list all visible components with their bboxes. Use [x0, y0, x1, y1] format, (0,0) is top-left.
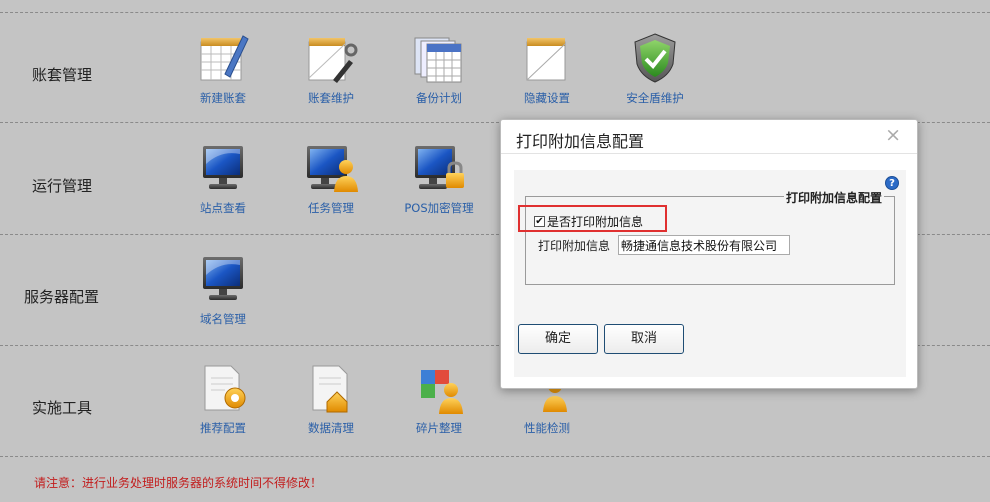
item-label: 站点查看	[200, 201, 246, 215]
dialog-body: ? 打印附加信息配置 ✔ 是否打印附加信息 打印附加信息 确定 取消	[514, 170, 906, 377]
print-info-dialog: 打印附加信息配置 × ? 打印附加信息配置 ✔ 是否打印附加信息 打印附加信息 …	[500, 119, 918, 389]
monitor-icon	[203, 146, 243, 189]
section-label: 服务器配置	[24, 288, 100, 306]
section-label: 账套管理	[32, 66, 93, 84]
info-input[interactable]	[618, 235, 790, 255]
notepad-blank-icon	[526, 38, 566, 81]
monitor-user-icon	[307, 146, 358, 192]
shield-check-icon	[634, 33, 676, 83]
item-label: 安全盾维护	[626, 91, 684, 105]
domain-management-button[interactable]: 域名管理	[178, 251, 268, 327]
highlight-box	[518, 205, 667, 232]
monitor-icon	[203, 257, 243, 300]
info-label: 打印附加信息	[538, 239, 611, 253]
task-management-button[interactable]: 任务管理	[286, 140, 376, 216]
notepad-tools-icon	[308, 38, 358, 83]
item-label: 备份计划	[416, 91, 462, 105]
defragment-button[interactable]: 碎片整理	[394, 360, 484, 436]
dialog-title: 打印附加信息配置	[516, 132, 645, 151]
item-label: 账套维护	[308, 91, 354, 105]
new-account-button[interactable]: 新建账套	[178, 30, 268, 106]
monitor-lock-icon	[415, 146, 464, 189]
item-label: 任务管理	[308, 201, 354, 215]
security-shield-button[interactable]: 安全盾维护	[610, 30, 700, 106]
help-icon[interactable]: ?	[885, 176, 899, 190]
document-home-icon	[312, 365, 348, 413]
fieldset-legend: 打印附加信息配置	[783, 189, 884, 206]
item-label: 推荐配置	[200, 421, 246, 435]
document-gear-icon	[204, 365, 246, 411]
account-maintenance-button[interactable]: 账套维护	[286, 30, 376, 106]
dialog-divider	[501, 153, 917, 154]
data-cleanup-button[interactable]: 数据清理	[286, 360, 376, 436]
site-view-button[interactable]: 站点查看	[178, 140, 268, 216]
pos-encryption-button[interactable]: POS加密管理	[394, 140, 484, 216]
backup-plan-button[interactable]: 备份计划	[394, 30, 484, 106]
item-label: POS加密管理	[404, 201, 474, 215]
notice-text: 请注意：进行业务处理时服务器的系统时间不得修改！	[34, 476, 323, 490]
item-label: 性能检测	[524, 421, 570, 435]
item-label: 新建账套	[200, 91, 246, 105]
item-label: 隐藏设置	[524, 91, 570, 105]
item-label: 数据清理	[308, 421, 354, 435]
close-icon[interactable]: ×	[885, 124, 901, 146]
recommended-config-button[interactable]: 推荐配置	[178, 360, 268, 436]
section-label: 实施工具	[32, 399, 93, 417]
notepad-pen-icon	[200, 35, 249, 81]
calendar-stack-icon	[414, 37, 462, 83]
ok-button[interactable]: 确定	[518, 324, 598, 354]
item-label: 域名管理	[200, 312, 246, 326]
section-account: 账套管理	[0, 12, 990, 123]
cancel-button[interactable]: 取消	[604, 324, 684, 354]
puzzle-user-icon	[421, 370, 463, 414]
hidden-settings-button[interactable]: 隐藏设置	[502, 30, 592, 106]
section-label: 运行管理	[32, 177, 93, 195]
item-label: 碎片整理	[416, 421, 462, 435]
